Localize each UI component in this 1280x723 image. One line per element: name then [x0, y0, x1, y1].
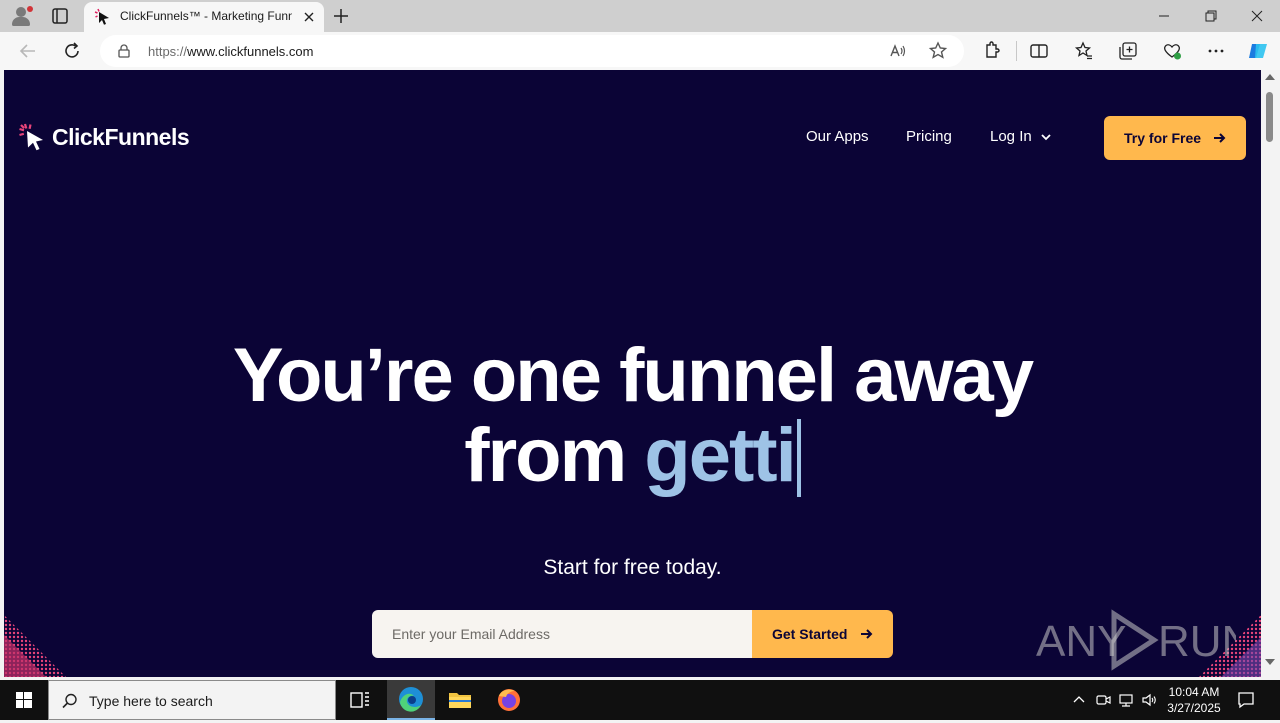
hero-headline-line1: You’re one funnel away: [232, 333, 1034, 418]
arrow-right-icon: [1214, 133, 1226, 143]
search-icon: [62, 693, 77, 709]
url-text[interactable]: https://www.clickfunnels.com: [148, 44, 313, 59]
hero-headline-static: from: [464, 413, 645, 498]
taskbar-edge-app[interactable]: [387, 680, 435, 720]
minimize-icon[interactable]: [1140, 0, 1186, 32]
brand-name: ClickFunnels: [52, 124, 190, 150]
network-icon[interactable]: [1117, 691, 1135, 709]
taskbar-clock[interactable]: 10:04 AM 3/27/2025: [1162, 684, 1226, 716]
file-explorer-icon[interactable]: [436, 680, 484, 720]
edge-browser-icon: [399, 687, 423, 712]
get-started-label: Get Started: [772, 626, 848, 642]
tab-title: ClickFunnels™ - Marketing Funnels: [120, 9, 292, 23]
typing-caret: [796, 419, 801, 497]
svg-text:RUN: RUN: [1158, 617, 1236, 666]
more-menu-icon[interactable]: [1204, 39, 1228, 63]
toolbar-divider: [1016, 41, 1017, 61]
tab-actions-icon[interactable]: [50, 6, 70, 26]
browser-toolbar: https://www.clickfunnels.com: [0, 32, 1280, 70]
decorative-corner-left: [4, 615, 66, 677]
url-protocol: https://: [148, 44, 188, 59]
scroll-down-icon[interactable]: [1265, 659, 1275, 665]
favorite-star-icon[interactable]: [926, 39, 950, 63]
windows-start-icon[interactable]: [0, 680, 48, 720]
page-scrollbar[interactable]: [1261, 70, 1280, 677]
clock-date: 3/27/2025: [1167, 701, 1221, 715]
get-started-button[interactable]: Get Started: [752, 610, 893, 658]
address-bar[interactable]: https://www.clickfunnels.com: [100, 35, 964, 67]
email-signup-form: Get Started: [372, 610, 893, 658]
try-for-free-label: Try for Free: [1124, 130, 1202, 146]
lock-icon[interactable]: [116, 43, 132, 59]
restore-icon[interactable]: [1187, 0, 1233, 32]
chevron-down-icon[interactable]: [1040, 132, 1052, 142]
volume-icon[interactable]: [1140, 691, 1158, 709]
copilot-icon[interactable]: [1246, 39, 1270, 63]
new-tab-icon[interactable]: [330, 5, 352, 27]
task-view-icon[interactable]: [336, 680, 384, 720]
windows-taskbar: Type here to search 10:04 AM 3/27/2025: [0, 680, 1280, 720]
arrow-right-icon: [861, 629, 873, 639]
taskbar-search-placeholder: Type here to search: [89, 693, 213, 709]
scrollbar-thumb[interactable]: [1266, 92, 1273, 142]
clickfunnels-favicon-icon: [94, 8, 109, 25]
url-host: www.clickfunnels.com: [187, 44, 314, 59]
close-tab-icon[interactable]: [300, 8, 318, 26]
split-screen-icon[interactable]: [1027, 39, 1051, 63]
nav-our-apps[interactable]: Our Apps: [806, 128, 869, 145]
clickfunnels-cursor-logo-icon: [19, 123, 43, 151]
hero-headline-line2: from getti: [4, 412, 1261, 499]
hero-subheadline: Start for free today.: [543, 556, 722, 579]
notifications-icon[interactable]: [1236, 690, 1256, 710]
nav-log-in[interactable]: Log In: [990, 128, 1032, 145]
collections-icon[interactable]: [1116, 39, 1140, 63]
hero-typed-text: getti: [644, 413, 796, 498]
meet-now-icon[interactable]: [1094, 691, 1112, 709]
read-aloud-icon[interactable]: [886, 39, 910, 63]
tab-clickfunnels[interactable]: ClickFunnels™ - Marketing Funnels: [84, 2, 324, 32]
extensions-icon[interactable]: [979, 39, 1003, 63]
browser-tab-strip: ClickFunnels™ - Marketing Funnels: [0, 0, 1280, 32]
favorites-icon[interactable]: [1072, 39, 1096, 63]
close-window-icon[interactable]: [1234, 0, 1280, 32]
clock-time: 10:04 AM: [1168, 685, 1220, 699]
profile-icon[interactable]: [8, 4, 34, 28]
try-for-free-button[interactable]: Try for Free: [1104, 116, 1246, 160]
email-input[interactable]: [372, 610, 752, 658]
taskbar-search-box[interactable]: Type here to search: [48, 680, 336, 720]
web-page: ClickFunnels Our Apps Pricing Log In Try…: [4, 70, 1261, 677]
scroll-up-icon[interactable]: [1265, 74, 1275, 80]
back-icon[interactable]: [16, 39, 40, 63]
chevron-up-icon[interactable]: [1070, 691, 1088, 709]
anyrun-watermark-logo: ANY RUN: [1036, 609, 1236, 671]
firefox-icon[interactable]: [485, 680, 533, 720]
refresh-icon[interactable]: [60, 39, 84, 63]
nav-pricing[interactable]: Pricing: [906, 128, 952, 145]
browser-essentials-icon[interactable]: [1160, 39, 1184, 63]
